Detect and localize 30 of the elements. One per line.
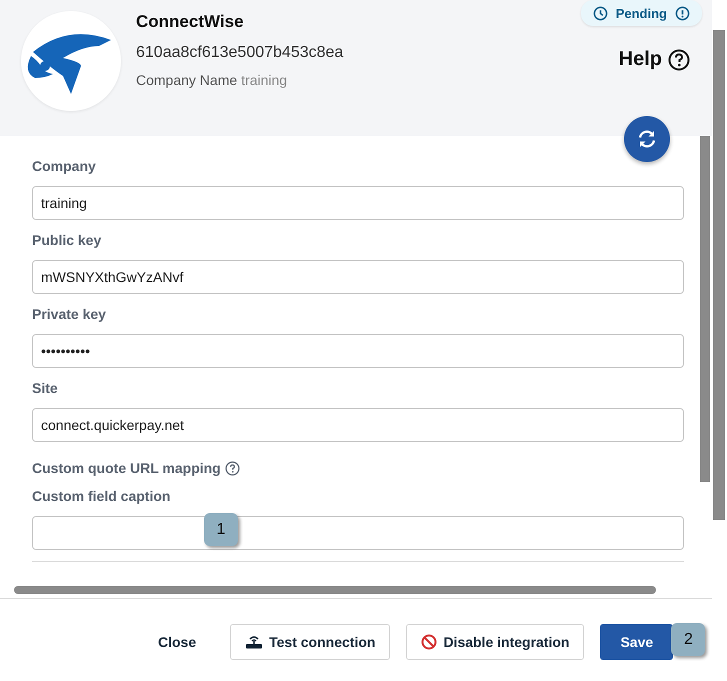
input-field[interactable]: •••••••••• — [32, 334, 684, 368]
company-name-value: training — [241, 72, 288, 88]
exclamation-icon — [675, 6, 690, 20]
status-label: Pending — [616, 6, 667, 20]
input-field[interactable]: connect.quickerpay.net — [32, 408, 684, 442]
callout-badge: 1 — [204, 513, 238, 546]
input-field[interactable]: mWSNYXthGwYzANvf — [32, 260, 684, 294]
field-label: Site — [32, 380, 59, 398]
field-label: Company — [32, 158, 97, 176]
prohibited-icon — [421, 634, 438, 650]
company-name-label: Company Name — [136, 72, 238, 88]
callout-badge: 2 — [671, 623, 706, 656]
section-title: Custom quote URL mapping — [32, 460, 221, 476]
router-icon — [245, 635, 264, 649]
help-link[interactable]: Help — [618, 48, 662, 71]
integration-title: ConnectWise — [136, 12, 245, 32]
field-label: Custom field caption — [32, 488, 172, 506]
integration-id: 610aa8cf613e5007b453c8ea — [136, 44, 344, 62]
refresh-icon — [637, 130, 657, 148]
help-icon[interactable] — [224, 460, 240, 476]
field-label: Public key — [32, 232, 102, 250]
input-field[interactable]: training — [32, 186, 684, 220]
clock-icon — [592, 6, 608, 20]
field-label: Private key — [32, 306, 107, 324]
save-button[interactable]: Save — [600, 624, 674, 660]
test-connection-button[interactable]: Test connection — [230, 624, 390, 660]
refresh-button[interactable] — [624, 116, 670, 162]
disable-button[interactable]: Disable integration — [406, 624, 584, 660]
input-field[interactable] — [32, 516, 684, 550]
help-icon[interactable] — [668, 48, 690, 70]
